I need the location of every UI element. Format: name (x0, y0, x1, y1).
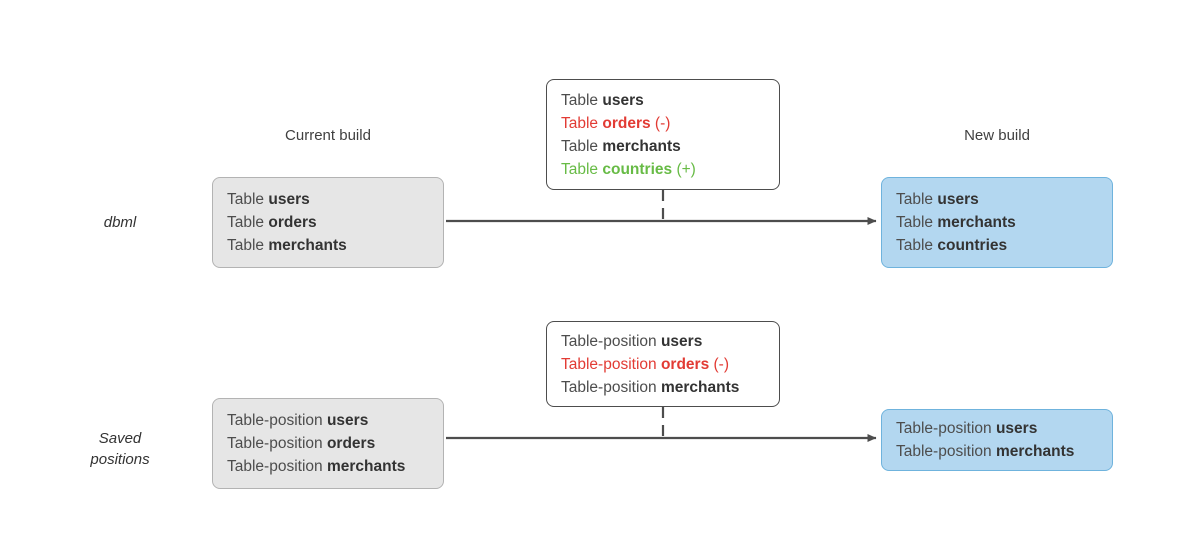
entry-prefix: Table (561, 160, 603, 178)
entry-name: users (660, 332, 703, 350)
caption-new-build: New build (964, 127, 1030, 144)
entry-name: merchants (602, 137, 681, 155)
table-entry: Table merchants (561, 135, 765, 158)
entry-prefix: Table-position (561, 378, 661, 396)
entry-name: users (326, 412, 369, 429)
table-entry: Table users (896, 188, 1098, 211)
entry-prefix: Table-position (561, 332, 661, 350)
entry-change-marker: (-) (709, 355, 730, 373)
row-label-saved-positions-line2: positions (90, 451, 150, 468)
entry-change-marker: (-) (650, 114, 671, 132)
positions-new-build-box[interactable]: Table-position users Table-position merch… (881, 409, 1113, 471)
entry-name: users (995, 420, 1038, 437)
entry-prefix: Table (561, 137, 603, 155)
table-entry: Table-position orders (-) (561, 353, 765, 376)
positions-current-build-box[interactable]: Table-position users Table-position order… (212, 398, 444, 489)
entry-change-marker: (+) (672, 160, 696, 178)
table-entry: Table users (561, 89, 765, 112)
entry-prefix: Table-position (227, 458, 327, 475)
entry-name: merchants (660, 378, 740, 396)
table-entry: Table-position merchants (896, 440, 1098, 463)
entry-prefix: Table (227, 237, 269, 254)
table-entry: Table merchants (896, 211, 1098, 234)
entry-name: countries (937, 237, 1008, 254)
entry-prefix: Table (227, 191, 269, 208)
entry-prefix: Table-position (896, 443, 996, 460)
entry-prefix: Table-position (896, 420, 996, 437)
diagram-canvas: Current build New build dbml Saved posit… (0, 0, 1202, 559)
entry-prefix: Table (561, 114, 603, 132)
entry-name: users (937, 191, 979, 208)
table-entry: Table-position users (896, 417, 1098, 440)
table-entry: Table-position merchants (561, 376, 765, 399)
entry-prefix: Table (896, 191, 938, 208)
row-label-saved-positions-line1: Saved (98, 430, 142, 447)
table-entry: Table orders (-) (561, 112, 765, 135)
dbml-new-build-box[interactable]: Table users Table merchants Table countrie… (881, 177, 1113, 268)
entry-prefix: Table (227, 214, 269, 231)
table-entry: Table users (227, 188, 429, 211)
entry-name: users (268, 191, 310, 208)
caption-current-build: Current build (285, 127, 371, 144)
entry-name: orders (660, 355, 710, 373)
entry-name: orders (602, 114, 651, 132)
table-entry: Table countries (+) (561, 158, 765, 181)
entry-prefix: Table-position (227, 435, 327, 452)
row-label-saved-positions: Saved positions (60, 428, 180, 470)
entry-name: merchants (268, 237, 347, 254)
entry-prefix: Table-position (227, 412, 327, 429)
table-entry: Table countries (896, 234, 1098, 257)
dbml-current-build-box[interactable]: Table users Table orders Table merchants (212, 177, 444, 268)
entry-name: users (602, 91, 644, 109)
entry-name: orders (268, 214, 317, 231)
entry-name: orders (326, 435, 376, 452)
table-entry: Table orders (227, 211, 429, 234)
positions-diff-box[interactable]: Table-position users Table-position order… (546, 321, 780, 407)
table-entry: Table-position users (561, 330, 765, 353)
entry-prefix: Table (896, 237, 938, 254)
entry-prefix: Table (896, 214, 938, 231)
entry-name: merchants (326, 458, 406, 475)
row-label-dbml: dbml (103, 214, 137, 231)
table-entry: Table-position users (227, 409, 429, 432)
dbml-diff-box[interactable]: Table users Table orders (-) Table merchan… (546, 79, 780, 190)
entry-name: countries (602, 160, 673, 178)
table-entry: Table merchants (227, 234, 429, 257)
entry-name: merchants (937, 214, 1016, 231)
table-entry: Table-position merchants (227, 455, 429, 478)
table-entry: Table-position orders (227, 432, 429, 455)
entry-name: merchants (995, 443, 1075, 460)
entry-prefix: Table-position (561, 355, 661, 373)
entry-prefix: Table (561, 91, 603, 109)
